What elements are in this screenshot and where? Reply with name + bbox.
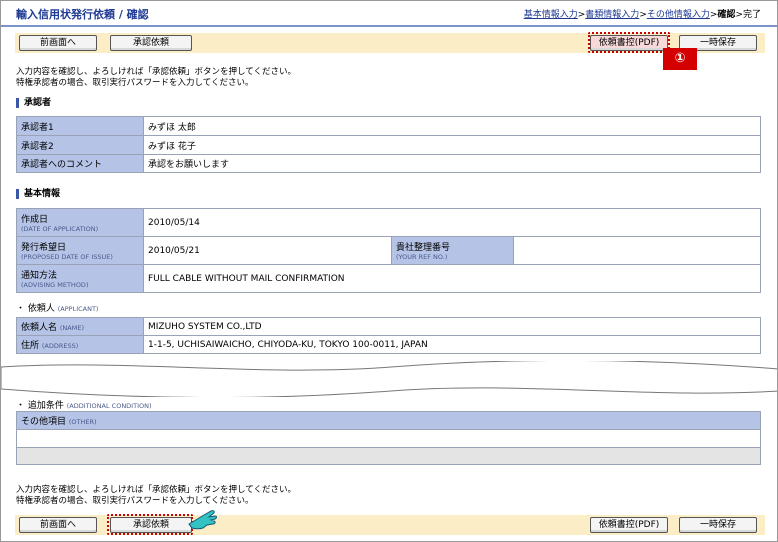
approver-comment-value: 承認をお願いします [143,154,761,173]
applicant-heading-text: ・ 依頼人 [16,304,55,314]
table-row: 依頼人名 (NAME) MIZUHO SYSTEM CO.,LTD [16,317,761,336]
table-row: 承認者2 みずほ 花子 [16,135,761,155]
top-toolbar: 前画面へ 承認依頼 依頼書控(PDF) 一時保存 [15,33,765,53]
back-button-bottom[interactable]: 前画面へ [19,517,97,533]
step-confirm-current: 確認 [717,10,736,20]
pointing-hand-icon [188,510,217,530]
page: 輸入信用状発行依頼 / 確認 基本情報入力>書類情報入力>その他情報入力>確認>… [0,0,778,542]
step-separator: > [735,10,743,20]
table-row [16,447,761,465]
basic-info-table: 作成日 (DATE OF APPLICATION) 2010/05/14 発行希… [16,208,761,293]
approver-comment-label: 承認者へのコメント [16,154,144,173]
pdf-copy-button[interactable]: 依頼書控(PDF) [590,35,668,51]
approve-request-button-bottom[interactable]: 承認依頼 [110,517,192,533]
page-title: 輸入信用状発行依頼 / 確認 [16,8,149,21]
basic-info-heading: 基本情報 [16,189,60,199]
applicant-name-label: 依頼人名 (NAME) [16,317,144,336]
instruction-line-2: 特権承認者の場合、取引実行パスワードを入力してください。 [16,78,254,88]
applicant-address-label-en: (ADDRESS) [41,342,79,350]
created-date-label-en: (DATE OF APPLICATION) [21,225,99,233]
annotation-badge: ① [663,48,697,70]
ref-no-label-en: (YOUR REF NO.) [396,253,448,261]
step-breadcrumb: 基本情報入力>書類情報入力>その他情報入力>確認>完了 [524,7,761,20]
created-date-value: 2010/05/14 [143,208,761,237]
temp-save-button-bottom[interactable]: 一時保存 [679,517,757,533]
applicant-heading: ・ 依頼人 (APPLICANT) [16,301,98,314]
instruction-line-2: 特権承認者の場合、取引実行パスワードを入力してください。 [16,496,254,506]
back-button[interactable]: 前画面へ [19,35,97,51]
step-document-info-link[interactable]: 書類情報入力 [585,10,639,20]
advising-method-label-en: (ADVISING METHOD) [21,281,89,289]
ref-no-value [513,236,761,265]
approver2-value: みずほ 花子 [143,135,761,155]
step-separator: > [639,10,647,20]
instruction-line-1: 入力内容を確認し、よろしければ「承認依頼」ボタンを押してください。 [16,485,296,495]
advising-method-value: FULL CABLE WITHOUT MAIL CONFIRMATION [143,264,761,293]
bottom-toolbar: 前画面へ 承認依頼 依頼書控(PDF) 一時保存 [15,515,765,535]
applicant-name-label-text: 依頼人名 [21,323,58,333]
other-items-value [16,429,761,448]
instruction-message: 入力内容を確認し、よろしければ「承認依頼」ボタンを押してください。 特権承認者の… [16,67,296,89]
approver1-value: みずほ 太郎 [143,116,761,136]
step-basic-info-link[interactable]: 基本情報入力 [524,10,578,20]
ref-no-label: 貴社整理番号 (YOUR REF NO.) [391,236,514,265]
approvers-heading: 承認者 [16,98,51,108]
created-date-label-text: 作成日 [21,215,49,225]
issue-date-value: 2010/05/21 [143,236,392,265]
applicant-address-label-text: 住所 [21,341,40,351]
other-items-blank-row [16,447,761,465]
applicant-table: 依頼人名 (NAME) MIZUHO SYSTEM CO.,LTD 住所 (AD… [16,317,761,354]
additional-condition-heading: ・ 追加条件 (ADDITIONAL CONDITION) [16,398,152,411]
approver1-label: 承認者1 [16,116,144,136]
created-date-label: 作成日 (DATE OF APPLICATION) [16,208,144,237]
additional-condition-heading-text: ・ 追加条件 [16,401,64,411]
other-items-label-text: その他項目 [21,417,67,427]
applicant-address-value: 1-1-5, UCHISAIWAICHO, CHIYODA-KU, TOKYO … [143,335,761,354]
advising-method-label-text: 通知方法 [21,271,58,281]
additional-condition-table: その他項目 (OTHER) [16,411,761,465]
additional-condition-heading-en: (ADDITIONAL CONDITION) [66,402,152,410]
table-row: 住所 (ADDRESS) 1-1-5, UCHISAIWAICHO, CHIYO… [16,335,761,354]
table-row [16,429,761,448]
table-row: その他項目 (OTHER) [16,411,761,430]
step-complete: 完了 [742,10,761,20]
table-row: 発行希望日 (PROPOSED DATE OF ISSUE) 2010/05/2… [16,236,761,265]
approver2-label: 承認者2 [16,135,144,155]
applicant-name-value: MIZUHO SYSTEM CO.,LTD [143,317,761,336]
issue-date-label-text: 発行希望日 [21,243,67,253]
other-items-label: その他項目 (OTHER) [16,411,761,430]
table-row: 通知方法 (ADVISING METHOD) FULL CABLE WITHOU… [16,264,761,293]
instruction-message-bottom: 入力内容を確認し、よろしければ「承認依頼」ボタンを押してください。 特権承認者の… [16,485,296,507]
ref-no-label-text: 貴社整理番号 [396,243,451,253]
approvers-table: 承認者1 みずほ 太郎 承認者2 みずほ 花子 承認者へのコメント 承認をお願い… [16,116,761,173]
issue-date-label-en: (PROPOSED DATE OF ISSUE) [21,253,113,261]
pdf-copy-button-bottom[interactable]: 依頼書控(PDF) [590,517,668,533]
issue-date-label: 発行希望日 (PROPOSED DATE OF ISSUE) [16,236,144,265]
table-row: 承認者へのコメント 承認をお願いします [16,154,761,173]
advising-method-label: 通知方法 (ADVISING METHOD) [16,264,144,293]
header: 輸入信用状発行依頼 / 確認 基本情報入力>書類情報入力>その他情報入力>確認>… [1,1,777,27]
approve-request-button[interactable]: 承認依頼 [110,35,192,51]
instruction-line-1: 入力内容を確認し、よろしければ「承認依頼」ボタンを押してください。 [16,67,296,77]
step-other-info-link[interactable]: その他情報入力 [647,10,710,20]
applicant-address-label: 住所 (ADDRESS) [16,335,144,354]
omission-wave-divider [1,361,777,397]
applicant-name-label-en: (NAME) [59,324,84,332]
table-row: 作成日 (DATE OF APPLICATION) 2010/05/14 [16,208,761,237]
table-row: 承認者1 みずほ 太郎 [16,116,761,136]
applicant-heading-en: (APPLICANT) [57,305,99,313]
other-items-label-en: (OTHER) [68,418,97,426]
